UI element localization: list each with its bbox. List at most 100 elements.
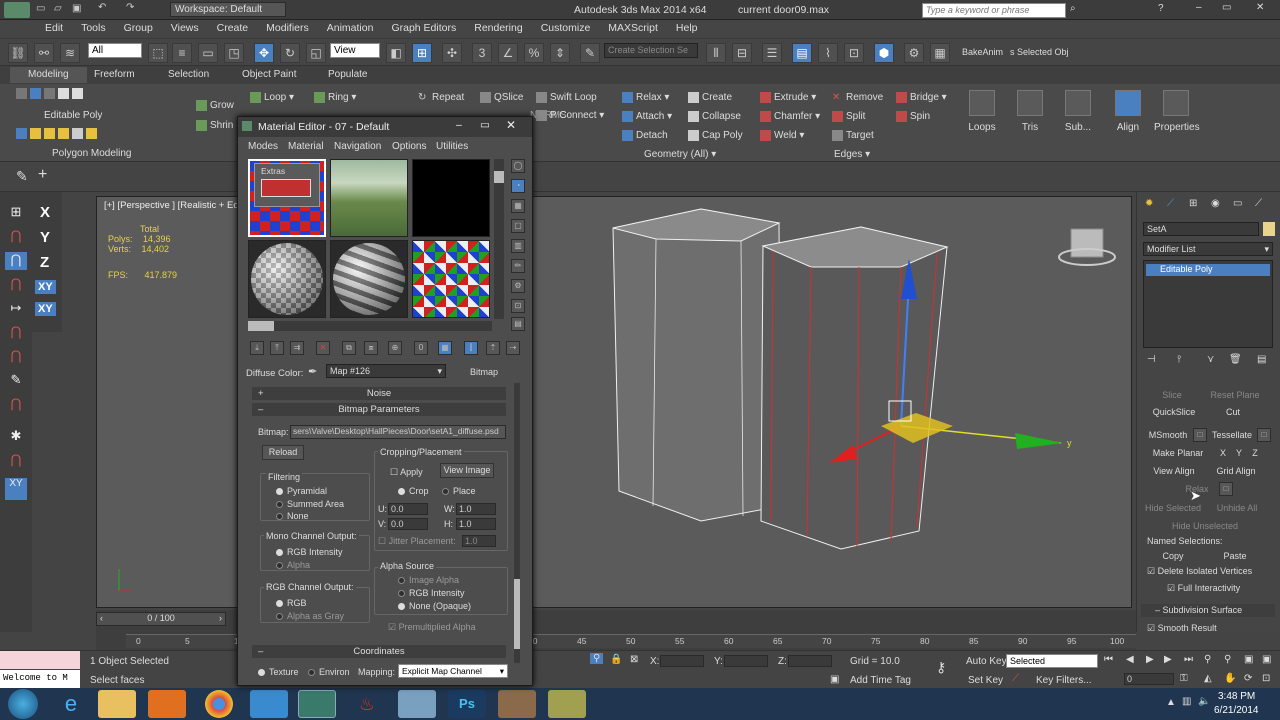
help-icon[interactable]: ? (1158, 3, 1164, 14)
grow-button[interactable]: Grow (196, 100, 234, 111)
key-filter-icon[interactable]: ⟋ (1012, 673, 1019, 684)
menu-animation[interactable]: Animation (318, 20, 383, 36)
set-key-button[interactable]: Set Key (968, 675, 1003, 686)
paint-tool-icon[interactable]: ✎ (16, 168, 28, 185)
brush-icon[interactable]: ✎ (5, 372, 27, 390)
me-menu-modes[interactable]: Modes (248, 141, 278, 152)
me-close-icon[interactable]: ✕ (506, 118, 516, 132)
display-tab-icon[interactable]: ▭ (1233, 198, 1242, 209)
make-preview-icon[interactable]: ✏ (511, 259, 525, 273)
repeat-button[interactable]: ↻ Repeat (418, 92, 464, 103)
material-editor-titlebar[interactable]: Material Editor - 07 - Default – ▭ ✕ (238, 117, 532, 137)
percent-snap-icon[interactable]: % (524, 43, 544, 63)
preserve-uv-icon[interactable] (30, 128, 41, 139)
planar-y-button[interactable]: Y (1233, 446, 1245, 460)
extras-popup[interactable]: Extras (254, 163, 320, 207)
mapping-dropdown[interactable]: Explicit Map Channel ▾ (398, 664, 508, 678)
undo-icon[interactable]: ↶ (98, 2, 106, 13)
tab-modeling[interactable]: Modeling (10, 67, 87, 83)
jitter-checkbox[interactable]: ☐ Jitter Placement: (378, 536, 456, 547)
eyedropper-icon[interactable]: ✒ (308, 365, 317, 378)
properties-button[interactable]: Properties (1154, 90, 1200, 150)
snap-alt-icon[interactable]: ⋂ (5, 276, 27, 294)
time-tag-icon[interactable]: ▣ (830, 674, 839, 685)
map-name-dropdown[interactable]: Map #126 ▾ (326, 364, 446, 378)
background-icon[interactable]: ▦ (511, 199, 525, 213)
video-check-icon[interactable]: ▥ (511, 239, 525, 253)
goto-start-icon[interactable]: ⏮ (1104, 654, 1113, 665)
axis-x-button[interactable]: X (40, 204, 50, 221)
snap-last-icon[interactable]: ⋂ (5, 452, 27, 470)
angle-snap-icon[interactable]: ∠ (498, 43, 518, 63)
show-end-result-me-icon[interactable]: ⫿ (464, 341, 478, 355)
chrome-icon[interactable] (205, 690, 233, 718)
render-setup-icon[interactable]: ⚙ (904, 43, 924, 63)
app-icon-1[interactable] (250, 690, 288, 718)
selected-obj-label[interactable]: s Selected Obj (1010, 47, 1069, 57)
maxscript-listener[interactable] (0, 651, 80, 669)
hide-unselected-button[interactable]: Hide Unselected (1167, 519, 1243, 533)
save-icon[interactable]: ▣ (72, 3, 81, 14)
jitter-field[interactable]: 1.0 (462, 535, 496, 547)
scroll-thumb[interactable] (494, 171, 504, 183)
volume-icon[interactable]: 🔈 (1198, 696, 1210, 707)
sample-slot-5[interactable] (330, 240, 408, 318)
remove-button[interactable]: ✕ Remove (832, 92, 883, 103)
edge-icon[interactable] (30, 88, 41, 99)
options-icon[interactable]: ⚙ (511, 279, 525, 293)
unlink-icon[interactable]: ⚯ (34, 43, 54, 63)
target-button[interactable]: Target (832, 130, 874, 141)
quickslice-button[interactable]: QuickSlice (1147, 405, 1201, 419)
put-to-library-icon[interactable]: ⊕ (388, 341, 402, 355)
hscroll-thumb[interactable] (248, 321, 274, 331)
abs-mode-icon[interactable]: ⊠ (630, 654, 638, 665)
maximize-icon[interactable]: ▭ (1222, 2, 1231, 13)
maxscript-output[interactable]: Welcome to M (0, 670, 80, 688)
slots-scrollbar[interactable] (494, 159, 504, 319)
select-by-name-icon[interactable]: ≡ (172, 43, 192, 63)
add-icon[interactable]: + (38, 166, 47, 184)
bake-anim-label[interactable]: BakeAnim (962, 47, 1003, 57)
coord-x-field[interactable] (660, 655, 704, 667)
axis-xy-alt-button[interactable]: XY (35, 302, 56, 316)
relax-settings-button[interactable]: □ (1219, 482, 1233, 496)
modify-tab-icon[interactable]: ⟋ (1167, 198, 1174, 209)
material-editor-icon[interactable]: ⬢ (874, 43, 894, 63)
show-in-viewport-icon[interactable]: ▦ (438, 341, 452, 355)
align-button[interactable]: Align (1106, 90, 1150, 150)
tab-selection[interactable]: Selection (168, 69, 209, 80)
minimize-icon[interactable]: – (1196, 2, 1202, 13)
axis-z-button[interactable]: Z (40, 254, 49, 271)
chamfer-button[interactable]: Chamfer ▾ (760, 111, 820, 122)
detach-button[interactable]: Detach (622, 130, 668, 141)
app-icon-4[interactable] (548, 690, 586, 718)
params-scrollbar[interactable] (514, 383, 520, 663)
assign-to-selection-icon[interactable]: ⇉ (290, 341, 304, 355)
reset-map-icon[interactable]: ✕ (316, 341, 330, 355)
edges-panel-label[interactable]: Edges ▾ (834, 149, 870, 160)
menu-maxscript[interactable]: MAXScript (599, 20, 667, 36)
tessellate-button[interactable]: Tessellate (1207, 428, 1257, 442)
me-minimize-icon[interactable]: – (456, 119, 462, 131)
snap-active-icon[interactable]: ⋂ (5, 252, 27, 270)
align-icon[interactable]: ⊟ (732, 43, 752, 63)
attach-button[interactable]: Attach ▾ (622, 111, 672, 122)
key-icon[interactable]: ⚷ (936, 659, 946, 676)
next-key-icon[interactable]: ▶ (1164, 654, 1172, 665)
open-icon[interactable]: ▱ (54, 3, 62, 14)
play-icon[interactable]: ▶ (1146, 654, 1154, 665)
select-by-material-icon[interactable]: ⊡ (511, 299, 525, 313)
spin-button[interactable]: Spin (896, 111, 930, 122)
show-end-result-icon[interactable] (86, 128, 97, 139)
add-time-tag[interactable]: Add Time Tag (850, 675, 911, 686)
menu-customize[interactable]: Customize (532, 20, 600, 36)
motion-tab-icon[interactable]: ◉ (1211, 198, 1220, 209)
link-icon[interactable]: ⛓ (8, 43, 28, 63)
key-mode-toggle-icon[interactable]: ⚿ (1180, 673, 1188, 684)
bitmap-params-rollout[interactable]: – Bitmap Parameters (252, 403, 506, 416)
zoom-extents-icon[interactable]: ▣ (1244, 654, 1253, 665)
coordinates-rollout[interactable]: – Coordinates (252, 645, 506, 658)
scale-icon[interactable]: ◱ (306, 43, 326, 63)
loops-button[interactable]: Loops (960, 90, 1004, 150)
weld-button[interactable]: Weld ▾ (760, 130, 804, 141)
